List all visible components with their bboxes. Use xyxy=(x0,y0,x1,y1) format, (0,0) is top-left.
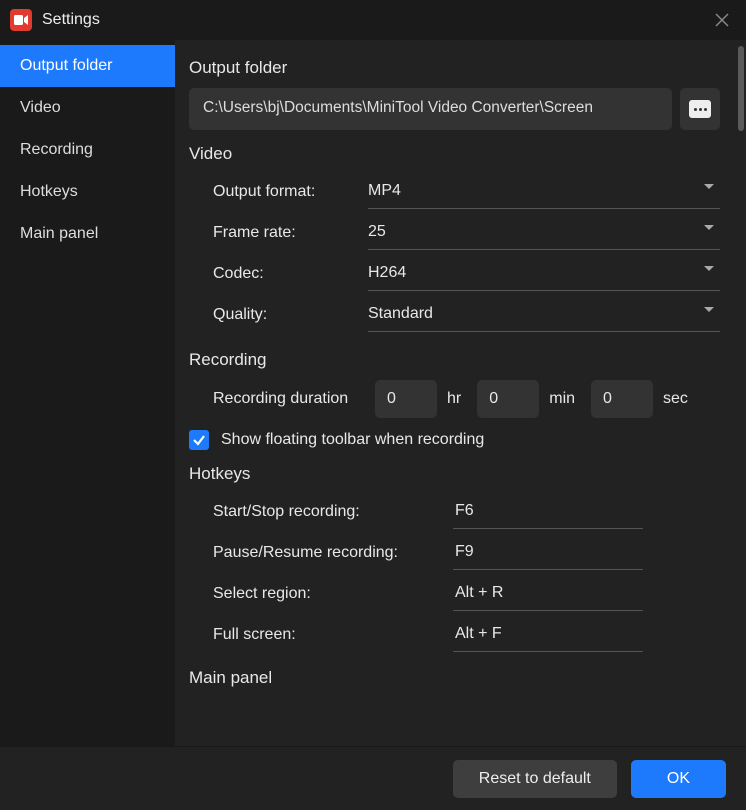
sidebar-item-label: Output folder xyxy=(20,57,113,74)
window-title: Settings xyxy=(42,11,100,29)
content-pane: Output folder C:\Users\bj\Documents\Mini… xyxy=(175,40,738,746)
select-region-hotkey-input[interactable]: Alt + R xyxy=(453,576,643,611)
duration-min-input[interactable] xyxy=(477,380,539,418)
check-icon xyxy=(192,433,206,447)
close-icon[interactable] xyxy=(708,6,736,34)
select-value: 25 xyxy=(368,223,386,240)
show-toolbar-checkbox[interactable] xyxy=(189,430,209,450)
ok-button[interactable]: OK xyxy=(631,760,726,798)
ellipsis-icon xyxy=(689,100,711,118)
start-stop-hotkey-input[interactable]: F6 xyxy=(453,494,643,529)
reset-to-default-button[interactable]: Reset to default xyxy=(453,760,617,798)
quality-select[interactable]: Standard xyxy=(368,297,720,332)
pause-resume-label: Pause/Resume recording: xyxy=(213,536,453,570)
pause-resume-hotkey-input[interactable]: F9 xyxy=(453,535,643,570)
min-unit: min xyxy=(549,390,575,408)
titlebar: Settings xyxy=(0,0,746,40)
sidebar-item-main-panel[interactable]: Main panel xyxy=(0,213,175,255)
full-screen-label: Full screen: xyxy=(213,618,453,652)
frame-rate-select[interactable]: 25 xyxy=(368,215,720,250)
codec-select[interactable]: H264 xyxy=(368,256,720,291)
sidebar-item-label: Main panel xyxy=(20,225,98,242)
section-title-video: Video xyxy=(189,144,720,164)
sidebar-item-hotkeys[interactable]: Hotkeys xyxy=(0,171,175,213)
recording-duration-label: Recording duration xyxy=(213,382,375,416)
select-value: H264 xyxy=(368,264,406,281)
section-title-main-panel: Main panel xyxy=(189,668,720,688)
section-title-recording: Recording xyxy=(189,350,720,370)
output-path-field[interactable]: C:\Users\bj\Documents\MiniTool Video Con… xyxy=(189,88,672,130)
browse-button[interactable] xyxy=(680,88,720,130)
scrollbar[interactable] xyxy=(738,40,746,746)
sidebar-item-label: Video xyxy=(20,99,61,116)
chevron-down-icon xyxy=(704,184,714,189)
chevron-down-icon xyxy=(704,307,714,312)
chevron-down-icon xyxy=(704,266,714,271)
duration-sec-input[interactable] xyxy=(591,380,653,418)
select-value: Standard xyxy=(368,305,433,322)
sidebar-item-video[interactable]: Video xyxy=(0,87,175,129)
show-toolbar-label: Show floating toolbar when recording xyxy=(221,431,484,449)
select-region-label: Select region: xyxy=(213,577,453,611)
start-stop-label: Start/Stop recording: xyxy=(213,495,453,529)
scrollbar-thumb[interactable] xyxy=(738,46,744,131)
footer: Reset to default OK xyxy=(0,746,746,810)
hr-unit: hr xyxy=(447,390,461,408)
quality-label: Quality: xyxy=(213,298,368,332)
sidebar-item-recording[interactable]: Recording xyxy=(0,129,175,171)
select-value: MP4 xyxy=(368,182,401,199)
frame-rate-label: Frame rate: xyxy=(213,216,368,250)
full-screen-hotkey-input[interactable]: Alt + F xyxy=(453,617,643,652)
section-title-hotkeys: Hotkeys xyxy=(189,464,720,484)
output-format-select[interactable]: MP4 xyxy=(368,174,720,209)
sidebar: Output folder Video Recording Hotkeys Ma… xyxy=(0,40,175,746)
sidebar-item-output-folder[interactable]: Output folder xyxy=(0,45,175,87)
sidebar-item-label: Hotkeys xyxy=(20,183,78,200)
app-icon xyxy=(10,9,32,31)
sidebar-item-label: Recording xyxy=(20,141,93,158)
codec-label: Codec: xyxy=(213,257,368,291)
sec-unit: sec xyxy=(663,390,688,408)
duration-hr-input[interactable] xyxy=(375,380,437,418)
chevron-down-icon xyxy=(704,225,714,230)
section-title-output-folder: Output folder xyxy=(189,58,720,78)
output-format-label: Output format: xyxy=(213,175,368,209)
